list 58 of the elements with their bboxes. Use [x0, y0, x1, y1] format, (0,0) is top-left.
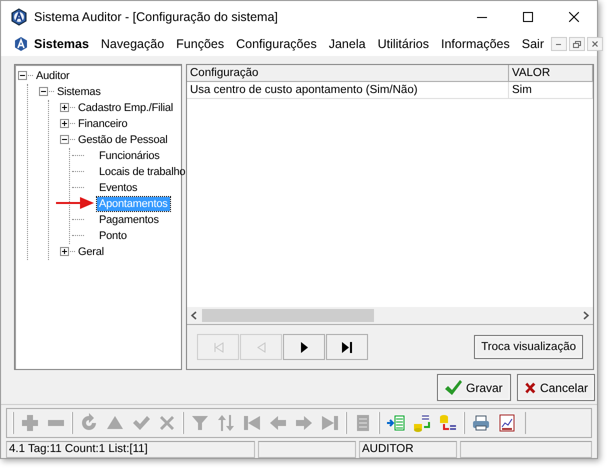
tree-item[interactable]: Sistemas: [55, 84, 103, 99]
tree-item[interactable]: Eventos: [97, 180, 140, 195]
tree-item[interactable]: Financeiro: [76, 116, 130, 131]
pointer-arrow: [56, 196, 94, 210]
database-transfer-icon[interactable]: [412, 413, 432, 434]
next-button[interactable]: [283, 334, 325, 360]
app-logo-icon: [13, 36, 29, 52]
toggle-view-button[interactable]: Troca visualização: [474, 335, 583, 360]
previous-icon: [254, 340, 268, 354]
app-logo-icon: [10, 8, 28, 26]
menu-item[interactable]: Sair: [516, 37, 549, 52]
tree-item[interactable]: Pagamentos: [97, 212, 161, 227]
child-restore-button[interactable]: [568, 37, 585, 52]
menu-item[interactable]: Utilitários: [372, 37, 434, 52]
maximize-icon: [523, 12, 533, 22]
child-restore-icon: [572, 40, 581, 48]
child-minimize-icon: [556, 44, 562, 45]
list-import-icon[interactable]: [386, 413, 406, 434]
child-minimize-button[interactable]: [550, 37, 567, 52]
menu-item[interactable]: Janela: [324, 37, 371, 52]
menu-item[interactable]: Sistemas: [29, 37, 94, 52]
expand-icon[interactable]: [60, 103, 69, 112]
menu-item[interactable]: Informações: [436, 37, 515, 52]
collapse-icon[interactable]: [18, 71, 27, 80]
tree-item[interactable]: Auditor: [34, 68, 72, 83]
tree-item[interactable]: Cadastro Emp./Filial: [76, 100, 176, 115]
column-header[interactable]: VALOR: [509, 64, 593, 81]
minimize-icon: [477, 16, 487, 18]
tree-item[interactable]: Gestão de Pessoal: [76, 132, 170, 147]
child-close-button[interactable]: [586, 37, 603, 52]
last-record-button[interactable]: [326, 334, 368, 360]
menu-item[interactable]: Funções: [171, 37, 230, 52]
table-cell: Usa centro de custo apontamento (Sim/Não): [187, 82, 509, 99]
child-close-icon: [592, 41, 598, 48]
chart-icon[interactable]: [497, 413, 517, 434]
save-button[interactable]: Gravar: [437, 374, 511, 402]
status-panel: 4.1 Tag:11 Count:1 List:[11]: [6, 441, 255, 458]
collapse-icon[interactable]: [60, 135, 69, 144]
table-cell: Sim: [509, 82, 593, 99]
status-panel: AUDITOR: [359, 441, 457, 458]
first-record-icon: [212, 340, 224, 354]
check-icon: [444, 378, 462, 397]
menu-item[interactable]: Navegação: [96, 37, 170, 52]
expand-icon[interactable]: [60, 247, 69, 256]
menu-item[interactable]: Configurações: [231, 37, 322, 52]
window-title: Sistema Auditor - [Configuração do sistema]: [34, 10, 279, 24]
last-record-icon: [340, 340, 354, 354]
tree-item[interactable]: Ponto: [97, 228, 129, 243]
cancel-button[interactable]: Cancelar: [517, 374, 595, 402]
printer-icon[interactable]: [471, 413, 491, 434]
collapse-icon[interactable]: [39, 87, 48, 96]
close-icon: [569, 12, 579, 22]
horizontal-scrollbar[interactable]: [187, 307, 593, 326]
column-header[interactable]: Configuração: [187, 64, 509, 81]
expand-icon[interactable]: [60, 119, 69, 128]
tree-item[interactable]: Locais de trabalho: [97, 164, 188, 179]
tree-item[interactable]: Funcionários: [97, 148, 162, 163]
tree-item[interactable]: Geral: [76, 244, 106, 259]
